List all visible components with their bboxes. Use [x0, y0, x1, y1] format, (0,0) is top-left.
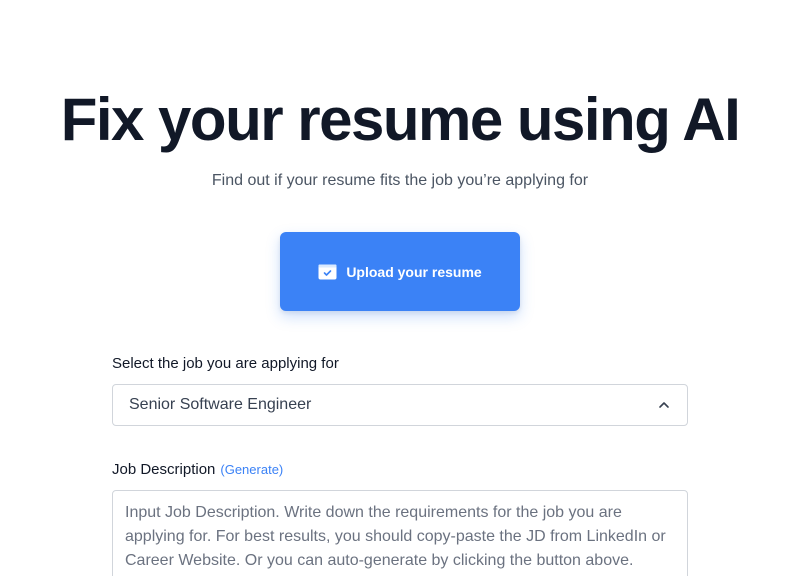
generate-link[interactable]: (Generate): [220, 462, 283, 477]
job-description-textarea[interactable]: [112, 490, 688, 576]
job-description-label: Job Description: [112, 461, 216, 478]
resume-upload-icon: [318, 264, 337, 280]
upload-resume-label: Upload your resume: [346, 263, 482, 280]
job-select[interactable]: Senior Software Engineer: [112, 384, 688, 426]
job-description-label-row: Job Description (Generate): [112, 461, 283, 478]
chevron-up-icon: [657, 398, 671, 412]
page-title: Fix your resume using AI: [60, 86, 741, 153]
job-select-label: Select the job you are applying for: [112, 355, 339, 372]
page: Fix your resume using AI Find out if you…: [0, 0, 800, 576]
job-select-value: Senior Software Engineer: [129, 396, 312, 413]
upload-resume-button[interactable]: Upload your resume: [280, 232, 520, 311]
page-subtitle: Find out if your resume fits the job you…: [211, 172, 589, 189]
